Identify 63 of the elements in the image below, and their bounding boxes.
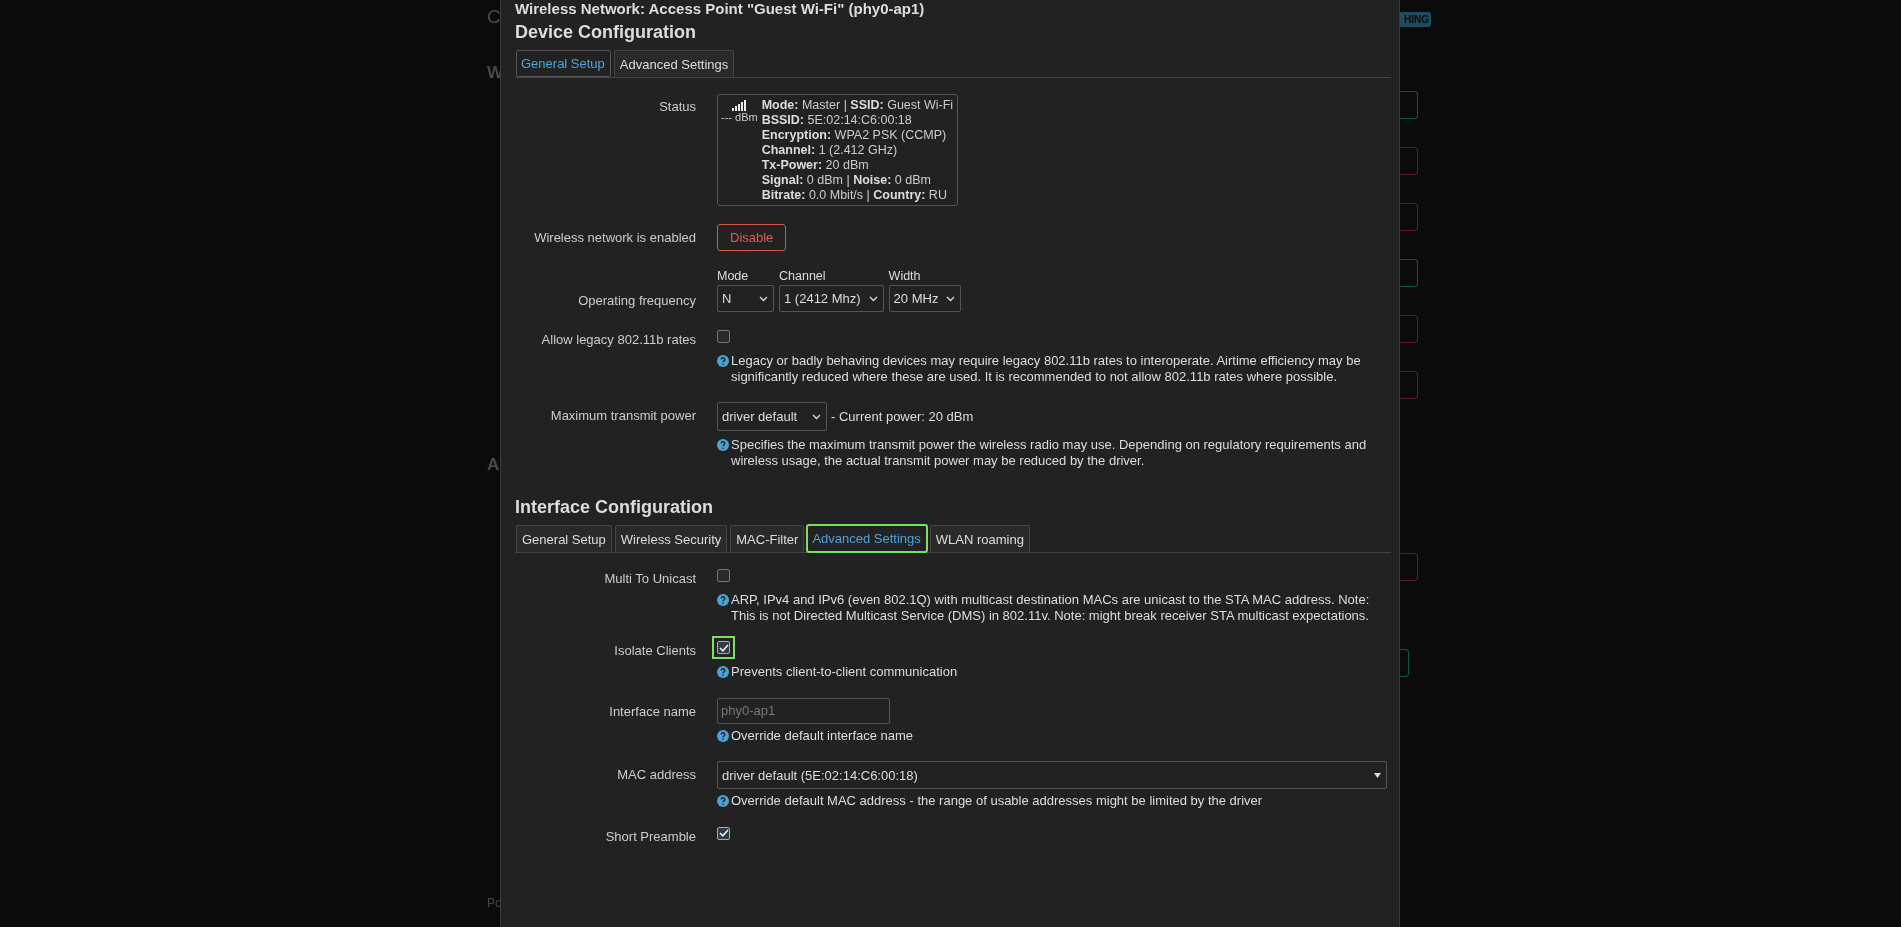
caret-icon [1374,772,1381,778]
tab[interactable]: Advanced Settings [613,50,735,77]
select-field[interactable]: driver default [717,402,827,431]
section-heading: Device Configuration [515,21,698,43]
status-line: Tx-Power: 20 dBm [761,158,870,173]
field-label: Operating frequency [577,292,697,310]
chevron-icon [812,413,821,420]
help-text: Legacy or badly behaving devices may require legacy 802.11b rates to interoperate. Airtime efficiency may be significantly reduced where these are used. It is recommended to not allow 802.11b rates where possible. [731,353,1362,384]
field-label: MAC address [616,766,697,784]
signal-reading: --- dBm [721,111,758,123]
tab[interactable]: MAC-Filter [730,525,805,552]
help-icon [717,795,729,807]
check-icon [718,829,729,837]
status-line: Mode: Master | SSID: Guest Wi-Fi [761,98,954,113]
chevron-icon [759,295,768,302]
field-label: Maximum transmit power [549,407,697,425]
help-icon [717,594,729,606]
field-label: Wireless network is enabled [533,229,697,247]
status-line: Channel: 1 (2.412 GHz) [761,143,899,158]
status-badge: HING [1400,12,1431,27]
checkbox[interactable] [712,636,735,659]
current-power-text: - Current power: 20 dBm [831,409,974,424]
tab[interactable]: General Setup [516,525,612,552]
chevron-icon [946,295,956,302]
tab[interactable]: Wireless Security [614,525,728,552]
help-text: Override default MAC address - the range of usable addresses might be limited by the driver [731,793,1263,809]
heading-fragment: A [487,455,500,475]
select-label: Mode [717,269,750,283]
section-heading: Interface Configuration [515,496,714,518]
field-label: Short Preamble [604,827,697,846]
help-icon [717,439,729,451]
chevron-icon [868,295,878,302]
select-field[interactable]: 20 MHz [888,285,962,312]
disable-button[interactable]: Disable [717,224,787,251]
field-label: Status [658,98,697,116]
status-line: Signal: 0 dBm | Noise: 0 dBm [761,173,932,188]
signal-icon [732,100,747,111]
select-label: Channel [779,269,827,283]
dialog-title: Wireless Network: Access Point "Guest Wi-Fi" (phy0-ap1) [515,0,926,17]
select-label: Width [888,269,922,283]
status-line: Bitrate: 0.0 Mbit/s | Country: RU [761,188,948,203]
select-field[interactable]: N [717,285,774,312]
help-text: ARP, IPv4 and IPv6 (even 802.1Q) with multicast destination MACs are unicast to the STA MAC address. Note: This is not Directed Multicast Service (DMS) in 802.11v. Note: might break receiver STA multicast expectations. [731,592,1371,623]
field-label: Isolate Clients [613,642,697,660]
status-line: Encryption: WPA2 PSK (CCMP) [761,128,948,143]
tab[interactable]: Advanced Settings [807,525,927,552]
field-label: Multi To Unicast [603,570,697,588]
field-label: Interface name [608,702,697,721]
help-text: Specifies the maximum transmit power the wireless radio may use. Depending on regulatory requirements and wireless usage, the actual transmit power may be reduced by the driver. [731,437,1368,468]
tab[interactable]: General Setup [516,50,611,77]
input-field[interactable]: phy0-ap1 [717,697,890,724]
field-label: Allow legacy 802.11b rates [540,331,697,349]
select-field[interactable]: 1 (2412 Mhz) [779,285,884,312]
check-icon [718,643,729,652]
help-icon [717,666,729,678]
heading-fragment: C [487,7,500,27]
tab[interactable]: WLAN roaming [929,525,1030,552]
select-field[interactable]: driver default (5E:02:14:C6:00:18) [717,761,1387,789]
help-text: Prevents client-to-client communication [731,664,958,680]
help-icon [717,729,729,742]
status-line: BSSID: 5E:02:14:C6:00:18 [761,113,913,128]
help-text: Override default interface name [731,727,914,743]
help-icon [717,355,729,367]
